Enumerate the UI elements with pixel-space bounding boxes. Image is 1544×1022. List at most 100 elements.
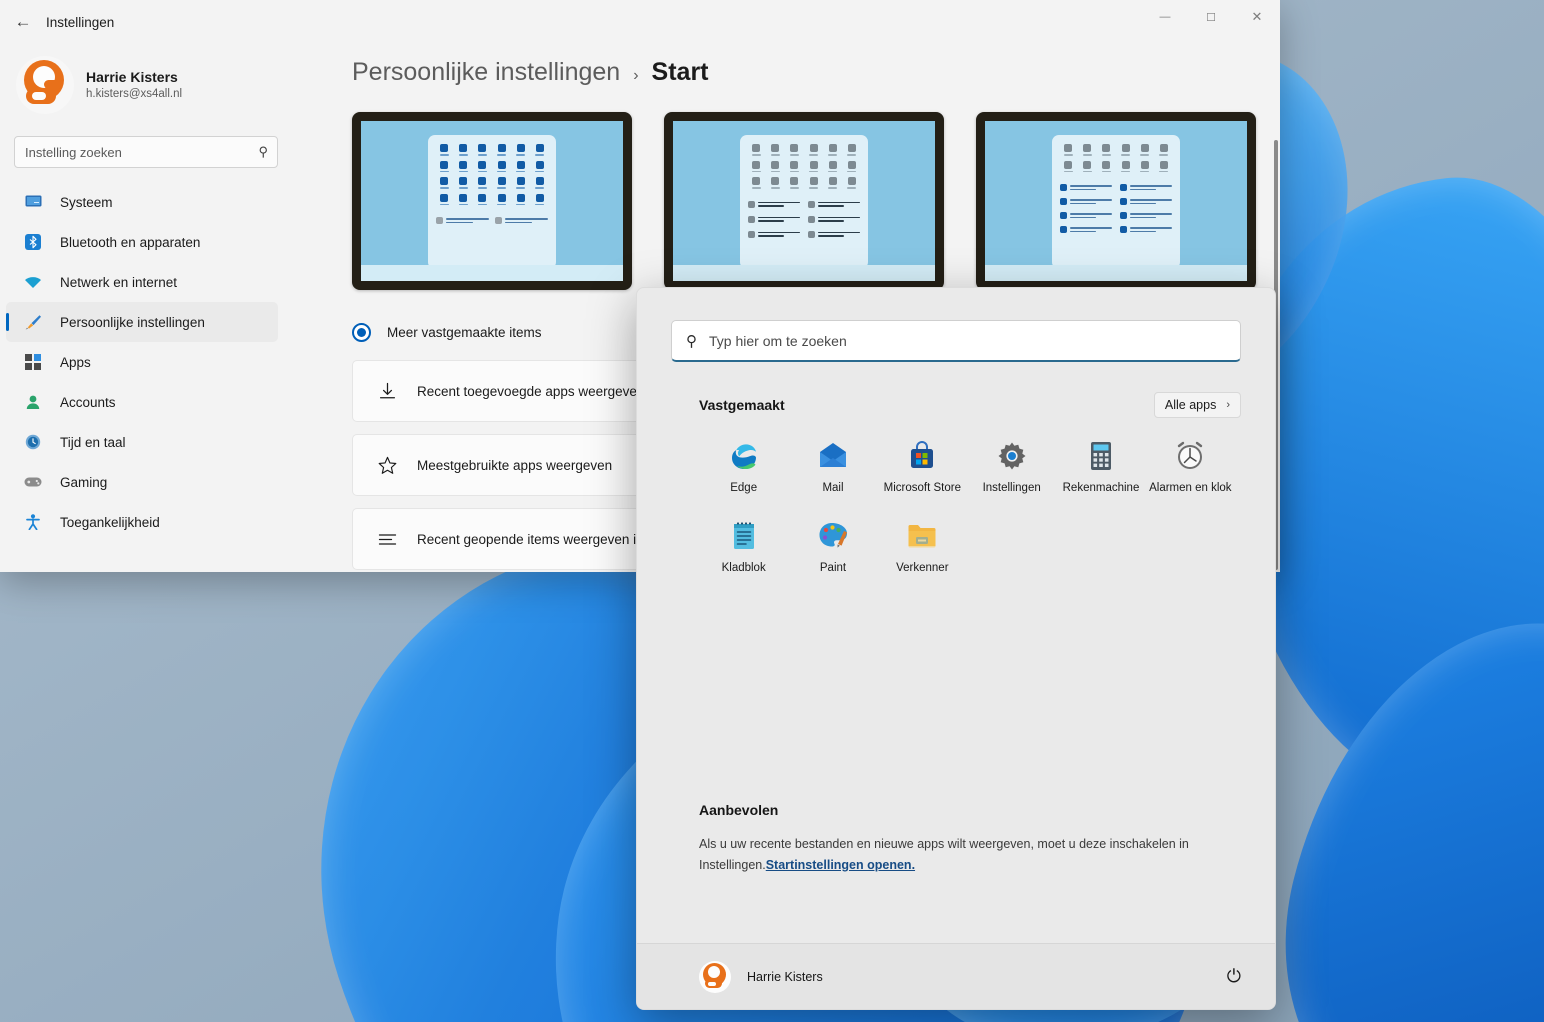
recommended-link[interactable]: Startinstellingen openen. — [766, 858, 915, 872]
edge-icon — [728, 440, 760, 472]
app-label: Rekenmachine — [1062, 482, 1140, 494]
accessibility-icon — [22, 512, 44, 532]
start-search-box[interactable]: ⚲ — [671, 320, 1241, 362]
bluetooth-icon — [22, 232, 44, 252]
close-button[interactable]: ✕ — [1234, 0, 1280, 34]
notepad-icon — [728, 520, 760, 552]
start-search-input[interactable] — [709, 332, 1226, 349]
window-title: Instellingen — [46, 14, 115, 30]
sidebar-item-label: Persoonlijke instellingen — [60, 314, 205, 330]
pinned-header: Vastgemaakt Alle apps › — [699, 392, 1241, 418]
app-label: Microsoft Store — [883, 482, 961, 494]
sidebar: Harrie Kisters h.kisters@xs4all.nl ⚲ Sys… — [0, 44, 300, 572]
folder-icon — [906, 520, 938, 552]
radio-label: Meer vastgemaakte items — [387, 324, 542, 340]
sidebar-item-label: Tijd en taal — [60, 434, 126, 450]
option-label: Meestgebruikte apps weergeven — [417, 457, 613, 473]
app-tile-kladblok[interactable]: Kladblok — [699, 514, 788, 580]
search-icon: ⚲ — [686, 332, 697, 350]
window-titlebar: ← Instellingen — ☐ ✕ — [0, 0, 1280, 44]
star-icon — [371, 456, 403, 475]
minimize-button[interactable]: — — [1142, 0, 1188, 34]
sidebar-item-label: Accounts — [60, 394, 116, 410]
recommended-text: Als u uw recente bestanden en nieuwe app… — [699, 834, 1189, 876]
sidebar-item-tijd-en-taal[interactable]: Tijd en taal — [6, 422, 278, 462]
store-icon — [906, 440, 938, 472]
sidebar-nav: Systeem Bluetooth en apparaten Netwerk e… — [0, 182, 300, 542]
account-block[interactable]: Harrie Kisters h.kisters@xs4all.nl — [0, 44, 300, 126]
all-apps-button[interactable]: Alle apps › — [1153, 392, 1241, 418]
layout-options — [300, 87, 1280, 290]
power-icon[interactable]: ⏻ — [1227, 966, 1241, 987]
search-box[interactable]: ⚲ — [14, 136, 278, 168]
maximize-button[interactable]: ☐ — [1188, 0, 1234, 34]
apps-icon — [22, 352, 44, 372]
gamepad-icon — [22, 472, 44, 492]
breadcrumb: Persoonlijke instellingen › Start — [300, 44, 1280, 87]
search-input[interactable] — [15, 144, 277, 160]
app-label: Instellingen — [982, 482, 1041, 494]
app-tile-instellingen[interactable]: Instellingen — [967, 434, 1056, 500]
breadcrumb-parent[interactable]: Persoonlijke instellingen — [352, 58, 620, 87]
app-tile-rekenmachine[interactable]: Rekenmachine — [1056, 434, 1145, 500]
page-title: Start — [651, 58, 709, 86]
recommended-title: Aanbevolen — [699, 802, 779, 818]
start-footer: Harrie Kisters ⏻ — [637, 943, 1275, 1009]
monitor-icon — [22, 192, 44, 212]
avatar — [16, 56, 74, 114]
person-icon — [22, 392, 44, 412]
layout-card-meer-aanbevelingen[interactable] — [976, 112, 1256, 290]
start-menu: ⚲ Vastgemaakt Alle apps › Edge — [636, 287, 1276, 1010]
sidebar-item-netwerk-en-internet[interactable]: Netwerk en internet — [6, 262, 278, 302]
window-controls: — ☐ ✕ — [1142, 0, 1280, 44]
sidebar-item-bluetooth-en-apparaten[interactable]: Bluetooth en apparaten — [6, 222, 278, 262]
gear-icon — [996, 440, 1028, 472]
sidebar-item-systeem[interactable]: Systeem — [6, 182, 278, 222]
app-label: Alarmen en klok — [1149, 482, 1232, 494]
account-name: Harrie Kisters — [86, 69, 178, 85]
app-tile-paint[interactable]: Paint — [788, 514, 877, 580]
search-icon: ⚲ — [258, 144, 268, 159]
sidebar-item-label: Apps — [60, 354, 91, 370]
sidebar-item-label: Gaming — [60, 474, 108, 490]
mail-icon — [817, 440, 849, 472]
app-tile-edge[interactable]: Edge — [699, 434, 788, 500]
app-tile-microsoft-store[interactable]: Microsoft Store — [878, 434, 967, 500]
radio-meer-vastgemaakte-items[interactable] — [352, 322, 371, 342]
calculator-icon — [1085, 440, 1117, 472]
option-label: Recent toegevoegde apps weergeven — [417, 383, 645, 399]
app-tile-mail[interactable]: Mail — [788, 434, 877, 500]
chevron-right-icon: › — [1226, 399, 1230, 411]
app-label: Kladblok — [721, 562, 766, 574]
layout-card-standaard[interactable] — [664, 112, 944, 290]
sidebar-item-apps[interactable]: Apps — [6, 342, 278, 382]
avatar[interactable] — [699, 960, 731, 993]
sidebar-item-accounts[interactable]: Accounts — [6, 382, 278, 422]
sidebar-item-toegankelijkheid[interactable]: Toegankelijkheid — [6, 502, 278, 542]
recommended-section: Aanbevolen Als u uw recente bestanden en… — [699, 802, 1241, 876]
pinned-title: Vastgemaakt — [699, 397, 785, 413]
paintbrush-icon — [22, 312, 44, 332]
app-tile-alarmen-en-klok[interactable]: Alarmen en klok — [1146, 434, 1235, 500]
pinned-apps-grid: Edge Mail Microsoft Store Instellingen R… — [699, 434, 1235, 580]
back-arrow-icon[interactable]: ← — [6, 7, 40, 37]
sidebar-item-label: Netwerk en internet — [60, 274, 178, 290]
paint-palette-icon — [817, 520, 849, 552]
sidebar-item-gaming[interactable]: Gaming — [6, 462, 278, 502]
sidebar-item-label: Toegankelijkheid — [60, 514, 160, 530]
app-label: Paint — [819, 562, 847, 574]
app-tile-verkenner[interactable]: Verkenner — [878, 514, 967, 580]
clock-icon — [22, 432, 44, 452]
sidebar-item-label: Bluetooth en apparaten — [60, 234, 201, 250]
layout-card-meer-vastgemaakte-items[interactable] — [352, 112, 632, 290]
footer-user-name[interactable]: Harrie Kisters — [747, 970, 823, 984]
sidebar-item-label: Systeem — [60, 194, 113, 210]
app-label: Mail — [822, 482, 844, 494]
app-label: Verkenner — [896, 562, 949, 574]
download-icon — [371, 382, 403, 401]
wifi-icon — [22, 272, 44, 292]
breadcrumb-separator: › — [633, 67, 639, 84]
sidebar-item-persoonlijke-instellingen[interactable]: Persoonlijke instellingen — [6, 302, 278, 342]
app-label: Edge — [730, 482, 758, 494]
account-email: h.kisters@xs4all.nl — [86, 88, 183, 100]
